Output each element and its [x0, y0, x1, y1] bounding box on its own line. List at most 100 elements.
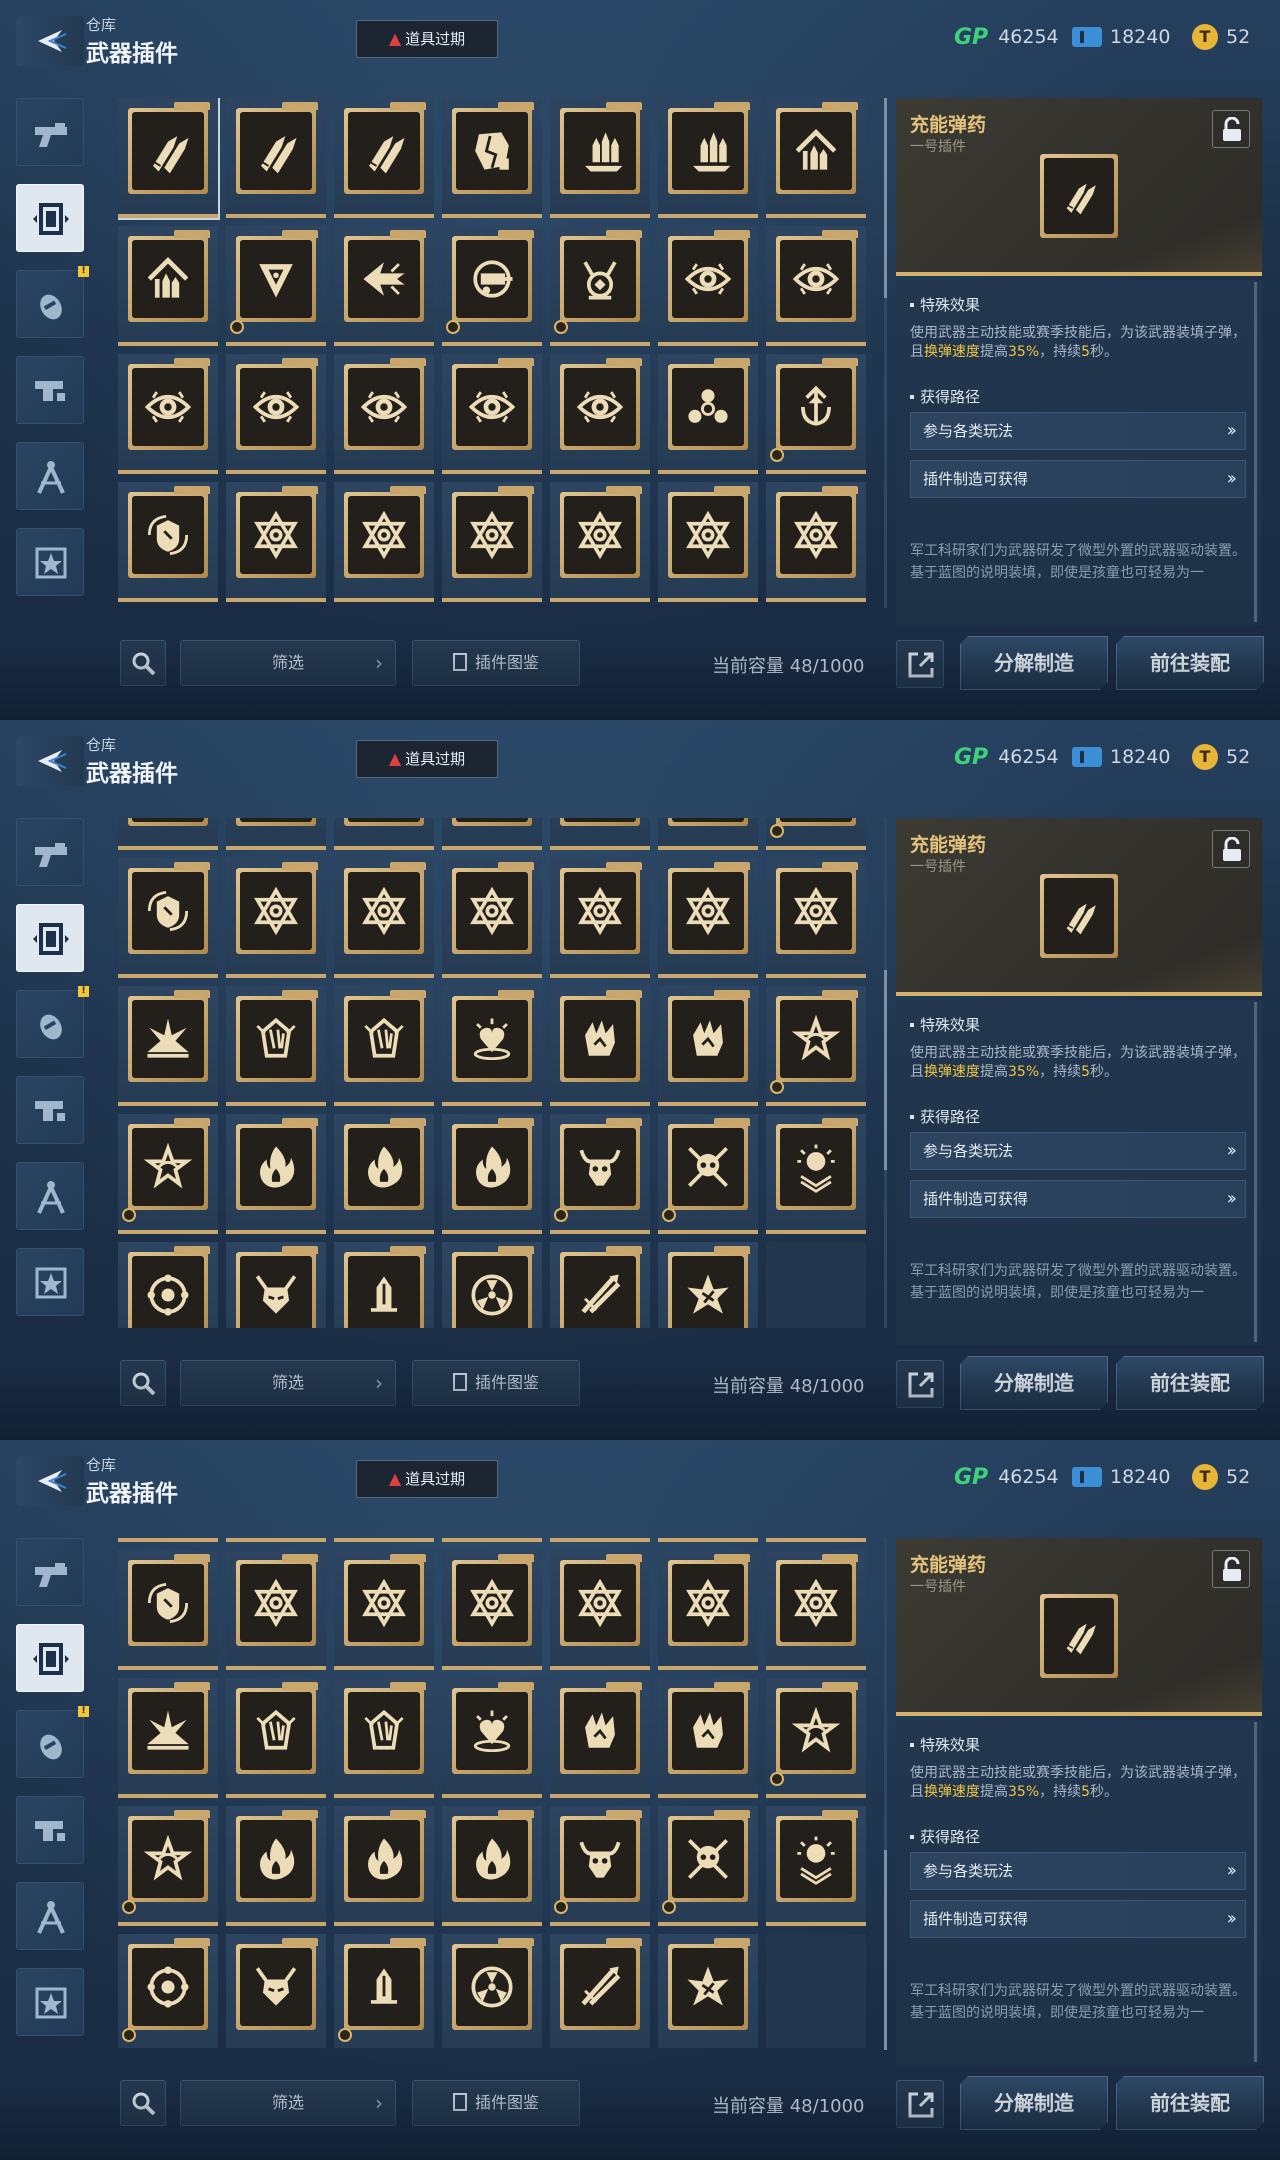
plugin-slot[interactable] [118, 858, 218, 978]
filter-button[interactable]: 筛选 › [180, 640, 396, 686]
plugin-slot[interactable] [118, 482, 218, 602]
lock-button[interactable] [1212, 830, 1250, 868]
filter-button[interactable]: 筛选 › [180, 2080, 396, 2126]
filter-button[interactable]: 筛选 › [180, 1360, 396, 1406]
plugin-slot[interactable] [226, 226, 326, 346]
search-button[interactable] [120, 2080, 166, 2126]
plugin-slot[interactable] [550, 1678, 650, 1798]
plugin-slot[interactable] [550, 1114, 650, 1234]
plugin-slot[interactable] [118, 1550, 218, 1670]
share-button[interactable] [896, 1360, 944, 1408]
plugin-slot[interactable] [118, 1242, 218, 1328]
plugin-slot[interactable] [226, 354, 326, 474]
back-button[interactable] [16, 1456, 84, 1506]
plugin-slot[interactable] [658, 1806, 758, 1926]
plugin-slot[interactable] [658, 1934, 758, 2048]
plugin-slot[interactable] [226, 482, 326, 602]
plugin-slot[interactable] [118, 98, 220, 220]
plugin-slot[interactable] [442, 986, 542, 1106]
plugin-slot[interactable] [766, 1550, 866, 1670]
nav-compass[interactable] [16, 442, 84, 510]
plugin-slot[interactable] [658, 1114, 758, 1234]
plugin-slot[interactable] [550, 1934, 650, 2048]
plugin-slot[interactable] [334, 226, 434, 346]
plugin-slot[interactable] [334, 98, 434, 218]
source-activities-button[interactable]: 参与各类玩法 ›› [910, 412, 1246, 450]
search-button[interactable] [120, 1360, 166, 1406]
expired-items-button[interactable]: ▲ 道具过期 [356, 20, 498, 58]
nav-pistol[interactable] [16, 818, 84, 886]
plugin-slot[interactable] [442, 98, 542, 218]
plugin-slot[interactable] [658, 1678, 758, 1798]
plugin-slot[interactable] [550, 1806, 650, 1926]
nav-gun-part[interactable] [16, 1076, 84, 1144]
grid-scroll-thumb[interactable] [884, 1850, 887, 2050]
nav-star-badge[interactable] [16, 1968, 84, 2036]
plugin-slot[interactable] [442, 858, 542, 978]
share-button[interactable] [896, 640, 944, 688]
plugin-slot[interactable] [334, 858, 434, 978]
plugin-slot[interactable] [658, 1242, 758, 1328]
plugin-slot[interactable] [226, 818, 326, 850]
plugin-slot[interactable] [550, 354, 650, 474]
grid-scroll-thumb[interactable] [884, 98, 887, 298]
plugin-slot[interactable] [442, 1114, 542, 1234]
plugin-slot[interactable] [550, 818, 650, 850]
plugin-catalog-button[interactable]: 插件图鉴 [412, 1360, 580, 1406]
plugin-slot[interactable] [118, 818, 218, 850]
plugin-slot[interactable] [766, 986, 866, 1106]
plugin-slot[interactable] [442, 1242, 542, 1328]
plugin-slot[interactable] [442, 1934, 542, 2048]
share-button[interactable] [896, 2080, 944, 2128]
lock-button[interactable] [1212, 110, 1250, 148]
decompose-button[interactable]: 分解制造 [960, 636, 1108, 690]
plugin-slot[interactable] [658, 858, 758, 978]
plugin-slot[interactable] [226, 858, 326, 978]
plugin-slot[interactable] [334, 986, 434, 1106]
plugin-slot[interactable] [550, 1242, 650, 1328]
plugin-catalog-button[interactable]: 插件图鉴 [412, 2080, 580, 2126]
plugin-slot[interactable] [766, 226, 866, 346]
nav-pistol[interactable] [16, 1538, 84, 1606]
plugin-slot[interactable] [442, 1550, 542, 1670]
plugin-slot[interactable] [118, 354, 218, 474]
plugin-slot[interactable] [118, 226, 218, 346]
plugin-slot[interactable] [658, 226, 758, 346]
nav-star-badge[interactable] [16, 1248, 84, 1316]
plugin-slot[interactable] [766, 482, 866, 602]
source-activities-button[interactable]: 参与各类玩法 ›› [910, 1852, 1246, 1890]
plugin-slot[interactable] [442, 1806, 542, 1926]
plugin-slot[interactable] [658, 986, 758, 1106]
go-equip-button[interactable]: 前往装配 [1116, 1356, 1264, 1410]
plugin-slot[interactable] [118, 1538, 218, 1542]
plugin-slot[interactable] [118, 1114, 218, 1234]
plugin-slot[interactable] [442, 482, 542, 602]
plugin-slot[interactable] [226, 1114, 326, 1234]
source-crafting-button[interactable]: 插件制造可获得 ›› [910, 1180, 1246, 1218]
expired-items-button[interactable]: ▲ 道具过期 [356, 740, 498, 778]
plugin-slot[interactable] [550, 986, 650, 1106]
plugin-slot[interactable] [442, 1678, 542, 1798]
plugin-slot[interactable] [118, 986, 218, 1106]
plugin-slot[interactable] [334, 1114, 434, 1234]
plugin-slot[interactable] [334, 1678, 434, 1798]
plugin-slot[interactable] [766, 354, 866, 474]
plugin-slot[interactable] [766, 1678, 866, 1798]
nav-grenade[interactable] [16, 990, 84, 1058]
plugin-slot[interactable] [226, 986, 326, 1106]
plugin-slot[interactable] [766, 858, 866, 978]
plugin-slot[interactable] [334, 818, 434, 850]
source-crafting-button[interactable]: 插件制造可获得 ›› [910, 1900, 1246, 1938]
plugin-slot[interactable] [334, 482, 434, 602]
nav-plugin-chip[interactable] [16, 1624, 84, 1692]
plugin-slot[interactable] [658, 1550, 758, 1670]
plugin-slot[interactable] [442, 354, 542, 474]
plugin-slot[interactable] [226, 1538, 326, 1542]
nav-grenade[interactable] [16, 270, 84, 338]
plugin-slot[interactable] [442, 226, 542, 346]
detail-scrollbar[interactable] [1254, 1722, 1257, 2062]
plugin-slot[interactable] [658, 354, 758, 474]
plugin-slot[interactable] [550, 226, 650, 346]
plugin-slot[interactable] [334, 1242, 434, 1328]
plugin-slot[interactable] [226, 1934, 326, 2048]
